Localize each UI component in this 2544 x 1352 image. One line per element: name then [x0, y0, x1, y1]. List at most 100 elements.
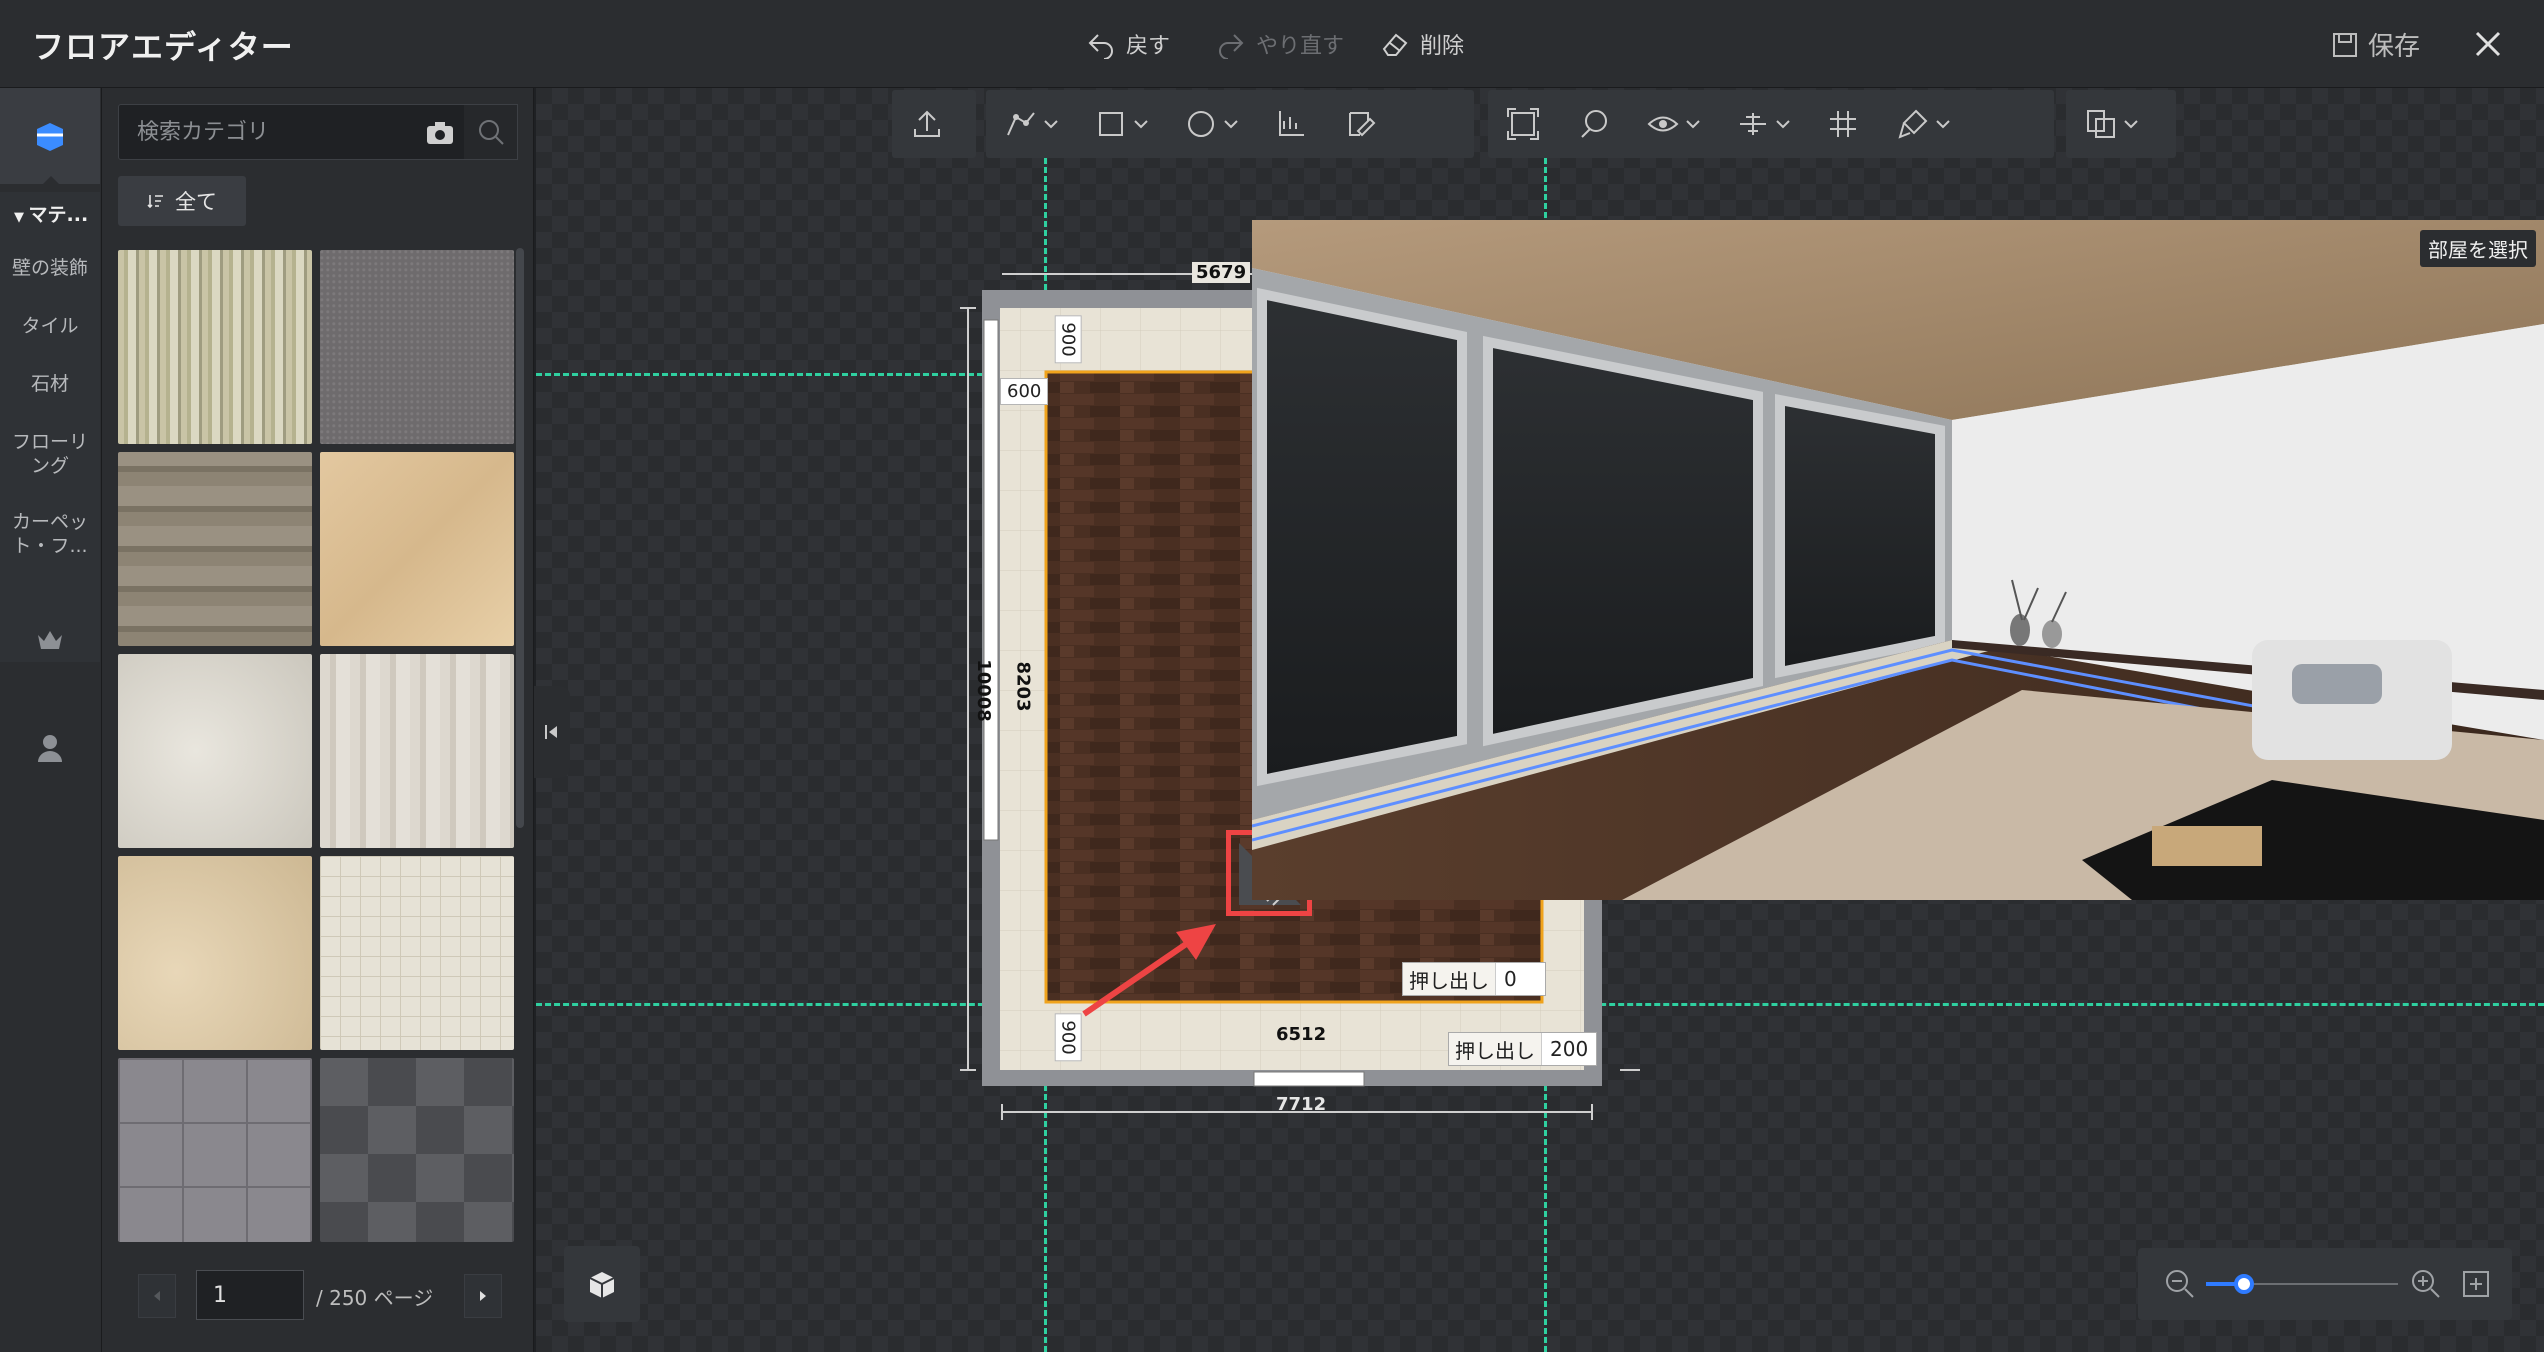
collapse-panel-button[interactable]	[534, 686, 570, 778]
lasso-icon	[1581, 110, 1607, 138]
extrude-outer-value[interactable]: 200	[1541, 1033, 1597, 1065]
dimension-bottom-offset: 900	[1054, 1013, 1082, 1062]
redo-button[interactable]: やり直す	[1216, 26, 1344, 62]
save-button[interactable]: 保存	[2332, 26, 2420, 63]
eye-icon	[1647, 116, 1679, 132]
collapse-icon	[545, 725, 557, 739]
lasso-button[interactable]	[1558, 90, 1628, 158]
eraser-icon	[1382, 33, 1408, 56]
chevron-down-icon	[1224, 120, 1238, 129]
material-tile[interactable]	[118, 856, 312, 1050]
material-panel: 全て / 250 ページ	[102, 88, 534, 1352]
upload-button[interactable]	[892, 90, 962, 158]
chevron-right-icon	[480, 1291, 486, 1301]
toolbar-upload-group	[892, 90, 976, 158]
room-render	[1252, 220, 2544, 900]
material-tile[interactable]	[320, 452, 514, 646]
all-label: 全て	[175, 190, 217, 214]
dimension-top-offset: 900	[1054, 315, 1082, 364]
delete-button[interactable]: 削除	[1380, 26, 1464, 62]
close-button[interactable]	[2466, 22, 2510, 66]
rectangle-button[interactable]	[1076, 90, 1166, 158]
crown-icon	[38, 631, 62, 649]
room-3d-preview[interactable]: 部屋を選択	[1252, 220, 2544, 900]
panel-scrollbar[interactable]	[516, 248, 524, 828]
measure-button[interactable]	[1256, 90, 1326, 158]
zoom-control	[2138, 1248, 2512, 1320]
paint-icon	[1898, 109, 1928, 139]
chevron-left-icon	[154, 1291, 160, 1301]
category-heading[interactable]: ▼ マテ...	[14, 200, 88, 227]
dimension-top: 5679	[1192, 262, 1251, 283]
circle-button[interactable]	[1166, 90, 1256, 158]
chevron-down-icon	[1044, 120, 1058, 129]
search-box	[118, 104, 474, 160]
next-page-button[interactable]	[464, 1274, 502, 1318]
view-3d-button[interactable]	[564, 1246, 640, 1322]
page-input[interactable]	[196, 1270, 304, 1320]
extrude-inner: 押し出し 0	[1402, 962, 1546, 996]
category-carpet[interactable]: カーペット・フ...	[0, 510, 100, 558]
category-stone[interactable]: 石材	[0, 372, 100, 396]
category-rail: ▼ マテ... 壁の装飾 タイル 石材 フローリング カーペット・フ...	[0, 88, 102, 1352]
zoom-out-icon[interactable]	[2164, 1268, 2196, 1300]
camera-icon[interactable]	[425, 119, 455, 147]
materials-tab[interactable]	[0, 88, 100, 185]
material-tile[interactable]	[320, 1058, 514, 1242]
select-room-button[interactable]: 部屋を選択	[2420, 230, 2536, 267]
user-tab[interactable]	[26, 724, 74, 772]
material-tile[interactable]	[118, 452, 312, 646]
undo-button[interactable]: 戻す	[1086, 26, 1170, 62]
copy-button[interactable]	[2066, 90, 2156, 158]
category-wall-decoration[interactable]: 壁の装飾	[0, 256, 100, 280]
category-flooring[interactable]: フローリング	[0, 430, 100, 478]
zoom-slider[interactable]	[2206, 1270, 2398, 1298]
prev-page-button[interactable]	[138, 1274, 176, 1318]
select-area-icon	[1507, 108, 1539, 140]
material-tile[interactable]	[118, 250, 312, 444]
material-icon	[37, 123, 63, 151]
toolbar-copy-group	[2066, 90, 2176, 158]
draw-wall-icon	[1007, 112, 1035, 136]
chevron-down-icon	[2124, 120, 2138, 129]
user-icon	[38, 735, 62, 762]
draw-wall-button[interactable]	[986, 90, 1076, 158]
material-tile[interactable]	[118, 654, 312, 848]
search-icon	[478, 120, 504, 145]
fit-view-icon[interactable]	[2460, 1268, 2492, 1300]
measure-icon	[1279, 111, 1304, 136]
material-tile[interactable]	[320, 856, 514, 1050]
extrude-inner-value[interactable]: 0	[1495, 963, 1545, 995]
copy-icon	[2087, 110, 2115, 138]
visibility-button[interactable]	[1628, 90, 1718, 158]
search-input[interactable]	[119, 105, 409, 159]
pointer-arrow	[1082, 924, 1216, 1017]
dimension-left-outer: 10008	[972, 659, 994, 722]
undo-label: 戻す	[1126, 34, 1171, 59]
paint-button[interactable]	[1878, 90, 1968, 158]
dimension-left-inner: 8203	[1012, 661, 1034, 712]
edit-icon	[1349, 112, 1376, 137]
rectangle-icon	[1099, 112, 1123, 136]
upload-icon	[914, 110, 940, 137]
material-tile[interactable]	[320, 654, 514, 848]
cube-icon	[589, 1272, 615, 1298]
align-button[interactable]	[1718, 90, 1808, 158]
undo-icon	[1088, 34, 1113, 59]
edit-button[interactable]	[1326, 90, 1396, 158]
zoom-in-icon[interactable]	[2410, 1268, 2442, 1300]
material-tile[interactable]	[118, 1058, 312, 1242]
premium-tab[interactable]	[26, 616, 74, 664]
zoom-slider-handle[interactable]	[2234, 1274, 2254, 1294]
search-button[interactable]	[464, 104, 518, 160]
material-tile[interactable]	[320, 250, 514, 444]
toolbar-draw-group	[986, 90, 1474, 158]
select-area-button[interactable]	[1488, 90, 1558, 158]
chevron-down-icon	[1776, 120, 1790, 129]
save-label: 保存	[2367, 32, 2420, 62]
grid-button[interactable]	[1808, 90, 1878, 158]
category-tile[interactable]: タイル	[0, 314, 100, 338]
all-filter-button[interactable]: 全て	[118, 176, 246, 226]
pagination: / 250 ページ	[102, 1268, 534, 1328]
redo-label: やり直す	[1256, 34, 1345, 59]
